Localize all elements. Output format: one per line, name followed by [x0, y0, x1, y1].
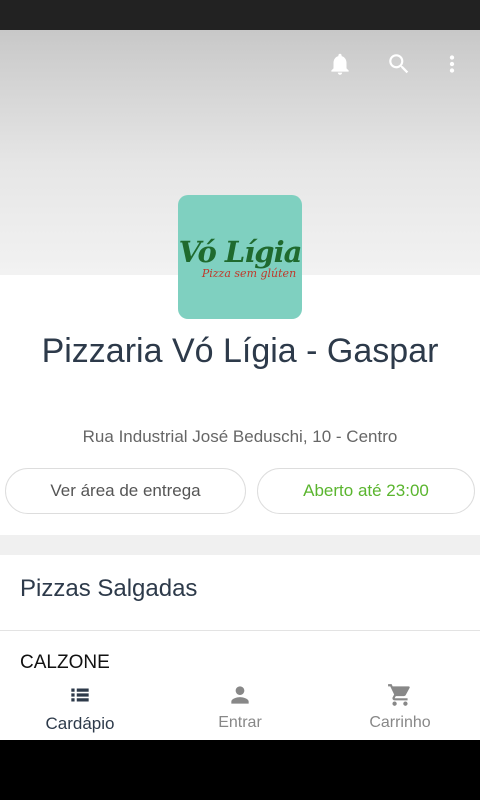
open-status-button[interactable]: Aberto até 23:00 [257, 468, 475, 514]
nav-item-cardapio[interactable]: Cardápio [0, 672, 160, 740]
divider [0, 630, 480, 631]
category-title[interactable]: CALZONE [20, 652, 110, 674]
list-icon [71, 688, 89, 702]
delivery-area-button[interactable]: Ver área de entrega [5, 468, 246, 514]
search-icon[interactable] [383, 48, 415, 80]
system-nav-area [0, 740, 480, 800]
menu-section-title: Pizzas Salgadas [20, 575, 198, 602]
nav-label-entrar: Entrar [218, 714, 262, 731]
person-icon [231, 686, 249, 704]
nav-item-entrar[interactable]: Entrar [160, 672, 320, 740]
bottom-navigation: Cardápio Entrar Carrinho [0, 672, 480, 740]
store-name: Pizzaria Vó Lígia - Gaspar [41, 332, 439, 370]
status-bar [0, 0, 480, 30]
nav-label-cardapio: Cardápio [45, 714, 115, 733]
nav-item-carrinho[interactable]: Carrinho [320, 672, 480, 740]
more-vert-icon[interactable] [436, 48, 468, 80]
bell-icon[interactable] [324, 48, 356, 80]
store-logo: Vó Lígia Pizza sem glúten [178, 195, 302, 319]
store-address: Rua Industrial José Beduschi, 10 - Centr… [82, 427, 398, 446]
nav-label-carrinho: Carrinho [369, 714, 431, 731]
cart-icon [388, 684, 410, 706]
section-divider [0, 535, 480, 555]
app-screen: Vó Lígia Pizza sem glúten Pizzaria Vó Lí… [0, 30, 480, 740]
logo-title: Vó Lígia [178, 234, 303, 269]
logo-subtitle: Pizza sem glúten [201, 266, 297, 280]
